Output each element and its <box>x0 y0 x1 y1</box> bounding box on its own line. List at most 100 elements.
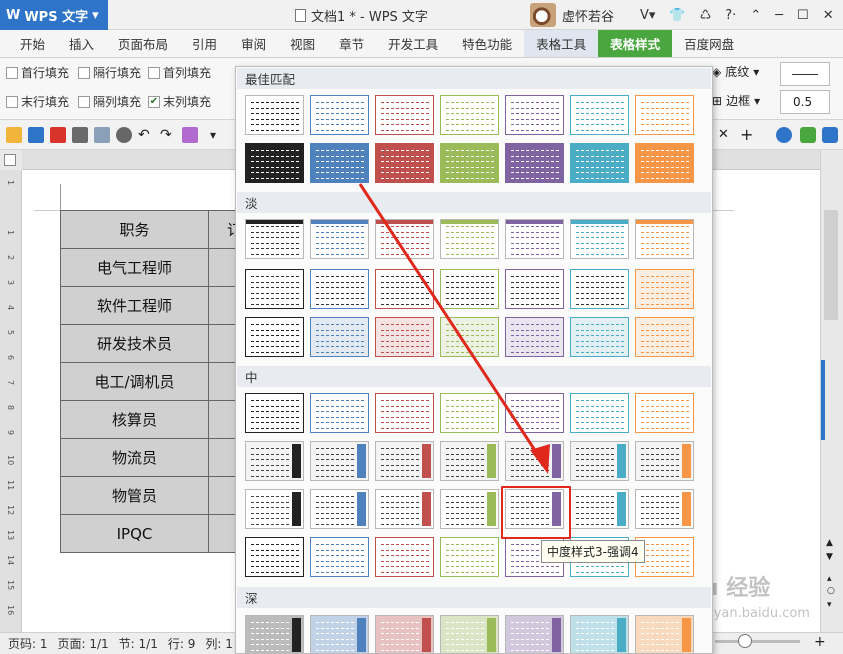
table-style-thumbnail[interactable] <box>245 441 304 481</box>
table-style-thumbnail[interactable] <box>440 95 499 135</box>
table-style-thumbnail[interactable] <box>310 489 369 529</box>
first-column-fill-checkbox[interactable]: 首列填充 <box>148 64 211 81</box>
export-pdf-icon[interactable] <box>50 127 66 143</box>
table-style-thumbnail[interactable] <box>310 95 369 135</box>
table-style-thumbnail[interactable] <box>440 489 499 529</box>
tab-table-tools[interactable]: 表格工具 <box>524 30 599 57</box>
table-row[interactable]: 核算员 <box>60 400 244 439</box>
tab-sections[interactable]: 章节 <box>327 30 376 57</box>
table-style-thumbnail[interactable] <box>375 95 434 135</box>
share-icon[interactable]: ♺ <box>700 8 712 23</box>
table-style-thumbnail[interactable] <box>245 95 304 135</box>
table-style-thumbnail[interactable] <box>245 615 304 653</box>
shading-button[interactable]: ◈ 底纹 ▾ <box>712 63 759 80</box>
save-icon[interactable] <box>28 127 44 143</box>
table-style-thumbnail[interactable] <box>440 537 499 577</box>
tab-stop-selector[interactable] <box>4 154 16 166</box>
table-cell[interactable]: 电气工程师 <box>60 248 209 287</box>
table-style-thumbnail[interactable] <box>440 393 499 433</box>
table-style-thumbnail[interactable] <box>570 269 629 309</box>
table-style-thumbnail[interactable] <box>635 441 694 481</box>
table-style-thumbnail[interactable] <box>635 489 694 529</box>
help-icon[interactable]: ?· <box>725 8 736 23</box>
banded-columns-checkbox[interactable]: 隔列填充 <box>78 93 141 110</box>
table-row[interactable]: 电气工程师 <box>60 248 244 287</box>
table-style-thumbnail[interactable] <box>635 393 694 433</box>
table-style-thumbnail[interactable] <box>505 393 564 433</box>
table-style-thumbnail[interactable] <box>375 441 434 481</box>
table-style-thumbnail[interactable] <box>310 441 369 481</box>
scroll-up-icon[interactable]: ▲ <box>826 538 833 548</box>
table-style-thumbnail[interactable] <box>440 441 499 481</box>
table-cell[interactable]: 物流员 <box>60 438 209 477</box>
table-style-thumbnail[interactable] <box>375 143 434 183</box>
close-icon[interactable]: ✕ <box>823 8 834 23</box>
table-style-thumbnail[interactable] <box>635 219 694 259</box>
banded-rows-checkbox[interactable]: 隔行填充 <box>78 64 141 81</box>
redo-icon[interactable]: ↷ <box>160 127 176 143</box>
table-style-thumbnail[interactable] <box>375 537 434 577</box>
table-style-thumbnail[interactable] <box>310 393 369 433</box>
table-style-thumbnail[interactable] <box>375 317 434 357</box>
table-cell[interactable]: IPQC <box>60 514 209 553</box>
table-style-thumbnail[interactable] <box>245 489 304 529</box>
table-style-thumbnail[interactable] <box>570 393 629 433</box>
table-style-thumbnail[interactable] <box>635 615 694 653</box>
table-style-thumbnail[interactable] <box>505 269 564 309</box>
table-style-thumbnail[interactable] <box>570 317 629 357</box>
header-row-fill-checkbox[interactable]: 首行填充 <box>6 64 69 81</box>
line-style-select[interactable] <box>780 62 830 86</box>
sync-icon[interactable] <box>800 127 816 143</box>
tab-features[interactable]: 特色功能 <box>450 30 524 57</box>
table-row[interactable]: IPQC <box>60 514 244 553</box>
table-style-thumbnail[interactable] <box>245 143 304 183</box>
table-style-thumbnail[interactable] <box>505 95 564 135</box>
table-row[interactable]: 研发技术员 <box>60 324 244 363</box>
zoom-slider[interactable] <box>715 640 800 643</box>
maximize-icon[interactable]: ☐ <box>797 8 809 23</box>
next-page-icon[interactable]: ▾ <box>827 600 832 610</box>
print-icon[interactable] <box>72 127 88 143</box>
tab-references[interactable]: 引用 <box>180 30 229 57</box>
table-style-thumbnail[interactable] <box>310 269 369 309</box>
share-icon[interactable] <box>822 127 838 143</box>
tab-home[interactable]: 开始 <box>0 30 57 57</box>
table-style-thumbnail[interactable] <box>570 615 629 653</box>
table-style-thumbnail[interactable] <box>310 537 369 577</box>
table-style-thumbnail[interactable] <box>245 537 304 577</box>
table-style-thumbnail[interactable] <box>375 219 434 259</box>
table-cell[interactable]: 物管员 <box>60 476 209 515</box>
document-table[interactable]: 职务订电气工程师软件工程师研发技术员电工/调机员核算员物流员物管员IPQC <box>60 210 244 553</box>
tab-baidu-disk[interactable]: 百度网盘 <box>672 30 746 57</box>
table-style-thumbnail[interactable] <box>245 219 304 259</box>
table-style-thumbnail[interactable] <box>245 269 304 309</box>
zoom-in-icon[interactable]: + <box>814 634 826 650</box>
user-menu[interactable]: 虚怀若谷 <box>530 3 614 27</box>
tab-table-style[interactable]: 表格样式 <box>598 30 673 57</box>
table-style-thumbnail[interactable] <box>310 219 369 259</box>
table-style-thumbnail[interactable] <box>440 143 499 183</box>
table-style-thumbnail[interactable] <box>570 143 629 183</box>
minimize-icon[interactable]: ─ <box>775 8 783 23</box>
table-style-thumbnail[interactable] <box>245 393 304 433</box>
table-style-thumbnail[interactable] <box>505 317 564 357</box>
table-style-thumbnail[interactable] <box>310 143 369 183</box>
select-browse-object-icon[interactable]: ○ <box>827 586 835 596</box>
chevron-down-icon[interactable]: ▾ <box>210 127 226 143</box>
table-cell[interactable]: 软件工程师 <box>60 286 209 325</box>
border-button[interactable]: ⊞ 边框 ▾ <box>712 92 760 109</box>
table-style-thumbnail[interactable] <box>635 269 694 309</box>
table-style-thumbnail[interactable] <box>440 219 499 259</box>
table-row[interactable]: 职务订 <box>60 210 244 249</box>
avatar[interactable] <box>530 3 556 27</box>
tab-review[interactable]: 审阅 <box>229 30 278 57</box>
table-row[interactable]: 物流员 <box>60 438 244 477</box>
table-style-thumbnail[interactable] <box>440 269 499 309</box>
eraser-icon[interactable] <box>182 127 198 143</box>
table-style-thumbnail[interactable] <box>375 269 434 309</box>
scroll-thumb[interactable] <box>824 210 838 320</box>
collapse-ribbon-icon[interactable]: ⌃ <box>750 8 761 23</box>
line-width-select[interactable]: 0.5 <box>780 90 830 114</box>
tab-developer[interactable]: 开发工具 <box>376 30 450 57</box>
cloud-icon[interactable] <box>776 127 792 143</box>
